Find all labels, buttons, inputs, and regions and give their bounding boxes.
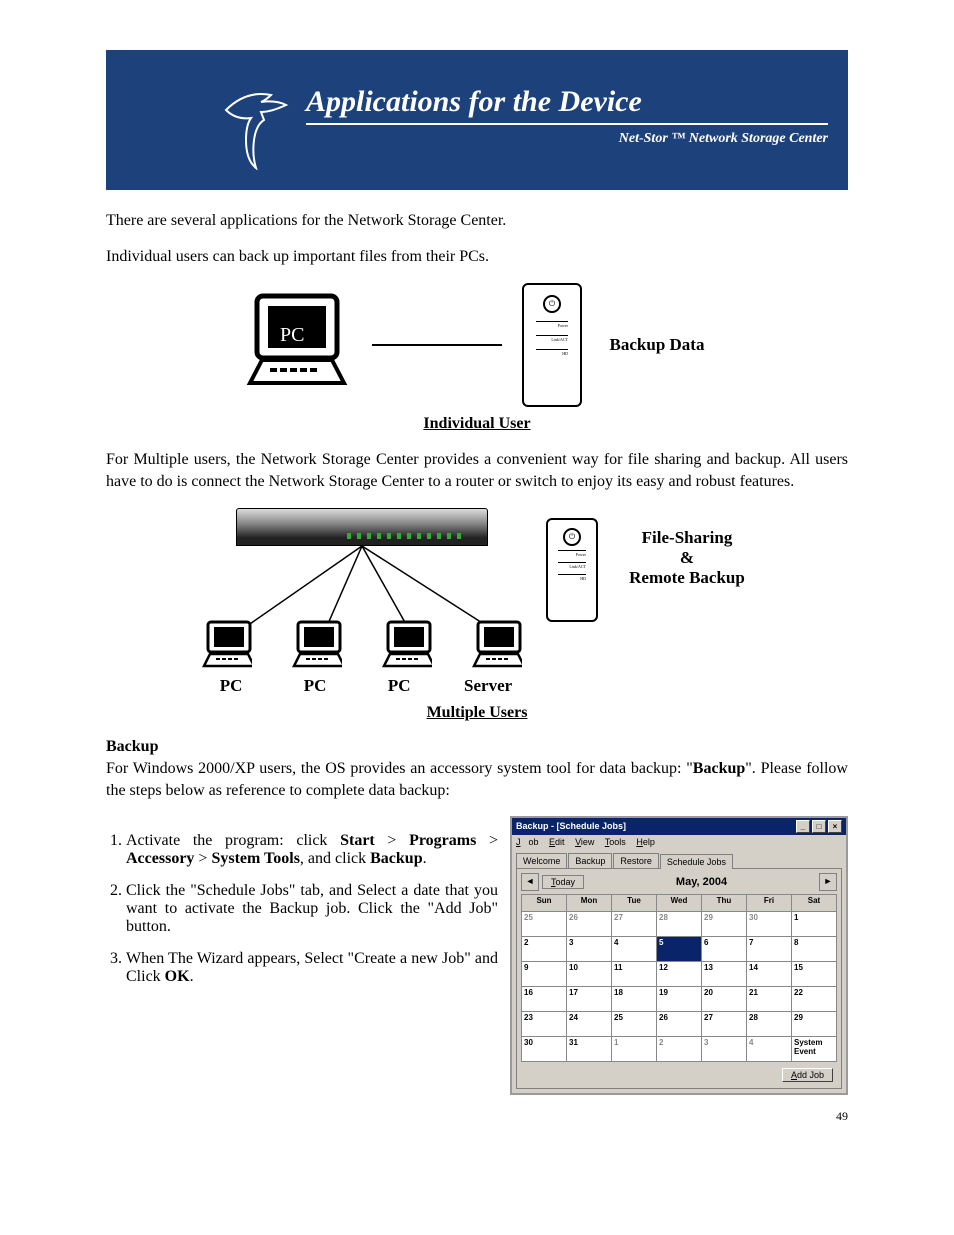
add-job-button[interactable]: Add Job [782, 1068, 833, 1082]
fileshare-label-1: File-Sharing [622, 528, 752, 548]
multiple-users-caption: Multiple Users [106, 704, 848, 722]
backup-heading: Backup [106, 738, 848, 756]
connection-line [372, 342, 502, 348]
eagle-logo-icon [216, 70, 296, 170]
individual-user-diagram: PC ⏻ Power Link/ACT HD Backup Data [106, 283, 848, 407]
step-1: Activate the program: click Start > Prog… [126, 832, 498, 868]
menu-view: View [575, 837, 594, 847]
system-event-cell: System Event [792, 1036, 837, 1061]
prev-month-button[interactable]: ◄ [521, 873, 539, 891]
individual-user-caption: Individual User [106, 415, 848, 433]
multi-intro-text: For Multiple users, the Network Storage … [106, 449, 848, 492]
multiple-users-diagram: PC PC PC Server ⏻ Power Link/ACT HD File… [106, 508, 848, 696]
storage-device-icon: ⏻ Power Link/ACT HD [522, 283, 582, 407]
tab-welcome[interactable]: Welcome [516, 853, 567, 868]
pc-label-2: PC [286, 676, 344, 696]
fileshare-label-3: Remote Backup [622, 568, 752, 588]
banner-title: Applications for the Device [306, 85, 828, 125]
header-banner: Applications for the Device Net-Stor ™ N… [106, 50, 848, 190]
fileshare-label-2: & [622, 548, 752, 568]
tab-restore[interactable]: Restore [613, 853, 659, 868]
backup-window: Backup - [Schedule Jobs] _ □ × Job Edit … [510, 816, 848, 1095]
network-lines [202, 546, 522, 626]
step-2: Click the "Schedule Jobs" tab, and Selec… [126, 882, 498, 936]
tab-schedule-jobs[interactable]: Schedule Jobs [660, 854, 733, 869]
minimize-button[interactable]: _ [796, 820, 810, 833]
banner-subtitle: Net-Stor ™ Network Storage Center [306, 131, 828, 147]
server-label: Server [454, 676, 522, 696]
maximize-button[interactable]: □ [812, 820, 826, 833]
pc-small-icon [292, 620, 342, 670]
pc-label: PC [280, 324, 304, 347]
menu-tools: Tools [605, 837, 626, 847]
next-month-button[interactable]: ► [819, 873, 837, 891]
pc-small-icon [202, 620, 252, 670]
pc-small-icon [382, 620, 432, 670]
backup-intro: For Windows 2000/XP users, the OS provid… [106, 758, 848, 801]
page-number: 49 [106, 1109, 848, 1124]
pc-label-3: PC [370, 676, 428, 696]
intro-text-1: There are several applications for the N… [106, 210, 848, 232]
backup-data-label: Backup Data [602, 335, 712, 355]
tab-backup[interactable]: Backup [568, 853, 612, 868]
switch-icon [236, 508, 488, 546]
today-button[interactable]: Today [542, 875, 584, 889]
storage-device-icon-2: ⏻ Power Link/ACT HD [546, 518, 598, 622]
menu-job: Job [516, 837, 539, 847]
menu-edit: Edit [549, 837, 565, 847]
calendar-grid[interactable]: SunMonTueWedThuFriSat 2526272829301 2345… [521, 894, 837, 1062]
menu-help: Help [636, 837, 655, 847]
close-button[interactable]: × [828, 820, 842, 833]
step-3: When The Wizard appears, Select "Create … [126, 950, 498, 986]
pc-label-1: PC [202, 676, 260, 696]
calendar-month: May, 2004 [584, 876, 819, 888]
server-small-icon [472, 620, 522, 670]
menu-bar[interactable]: Job Edit View Tools Help [512, 835, 846, 849]
intro-text-2: Individual users can back up important f… [106, 246, 848, 268]
selected-date: 5 [657, 936, 702, 961]
window-title: Backup - [Schedule Jobs] [516, 821, 626, 831]
